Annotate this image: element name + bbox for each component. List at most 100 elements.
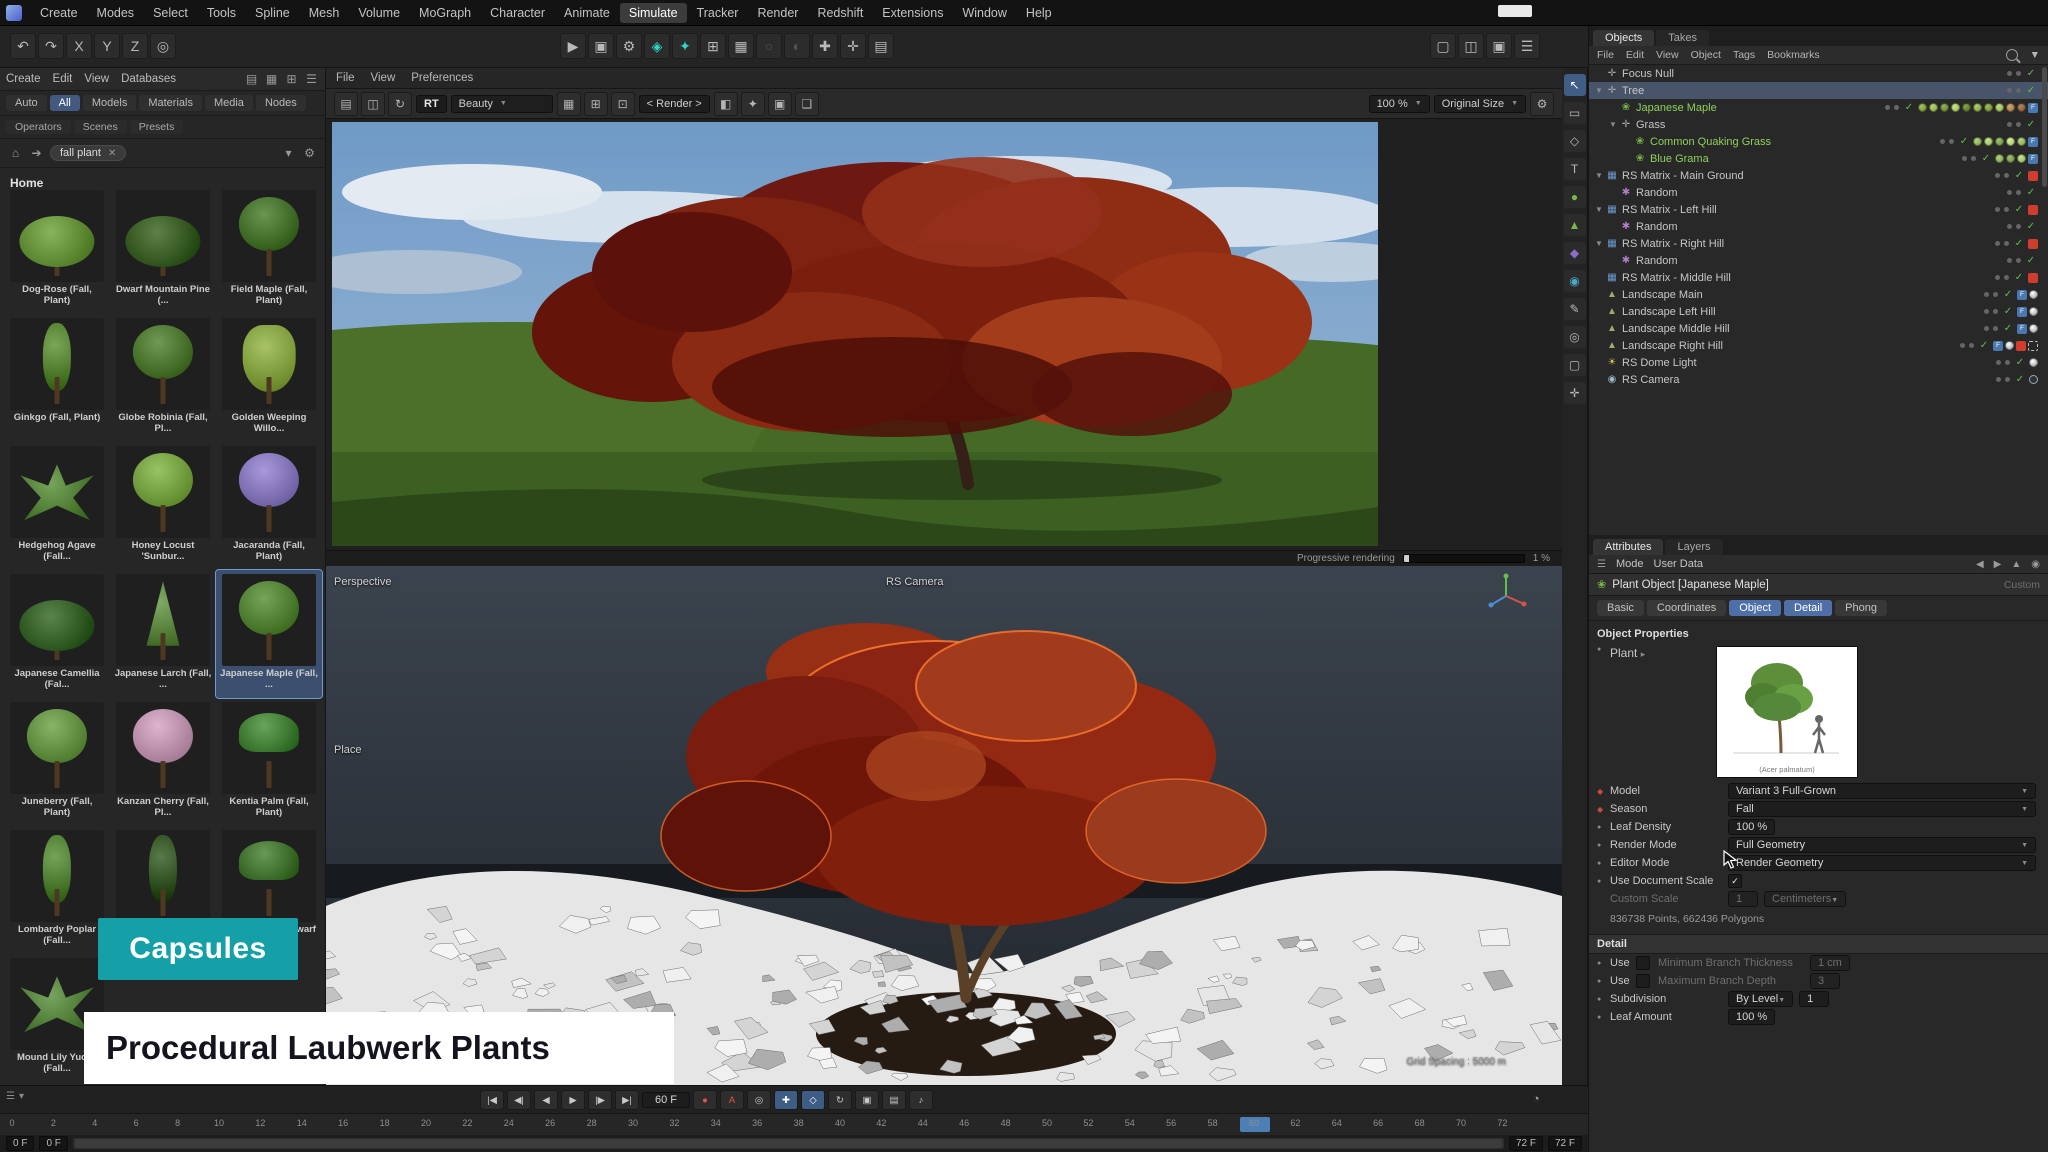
asset-japanese-camellia-fal[interactable]: Japanese Camellia (Fal...	[4, 570, 110, 698]
filter-tab-all[interactable]: All	[50, 95, 80, 111]
expand-icon[interactable]: ▼	[1593, 205, 1605, 214]
fullscreen-icon[interactable]: ❏	[795, 92, 819, 116]
filter-tab-media[interactable]: Media	[205, 95, 253, 111]
asset-menu-databases[interactable]: Databases	[121, 73, 176, 85]
layout-full-icon[interactable]: ▣	[1486, 33, 1512, 59]
objects-menu-object[interactable]: Object	[1691, 49, 1721, 61]
object-row-random-7[interactable]: ✱Random✓	[1589, 184, 2048, 201]
range-start-field[interactable]: 0 F	[39, 1136, 67, 1151]
panel-menu-icon[interactable]: ☰	[304, 72, 319, 86]
refresh-icon[interactable]: ↻	[388, 92, 412, 116]
phong-tag[interactable]: F	[2028, 154, 2038, 164]
material-tag[interactable]	[1984, 103, 1993, 112]
rectangle-selection-tool[interactable]: ▭	[1564, 102, 1586, 124]
attr-tab-phong[interactable]: Phong	[1835, 600, 1887, 616]
render-settings-button[interactable]: ⚙	[616, 33, 642, 59]
selected-tag-outline[interactable]	[2028, 341, 2038, 351]
material-tag[interactable]	[1951, 103, 1960, 112]
generator-tool[interactable]: ▲	[1564, 214, 1586, 236]
search-chip[interactable]: fall plant ✕	[50, 145, 126, 161]
render-visibility-dot[interactable]	[1993, 309, 1998, 314]
leaf-density-field[interactable]: 100 %	[1728, 819, 1775, 835]
sort-icon[interactable]: ▾	[281, 146, 296, 160]
menu-help[interactable]: Help	[1017, 3, 1061, 23]
material-tag[interactable]	[2017, 154, 2026, 163]
menu-redshift[interactable]: Redshift	[808, 3, 872, 23]
asset-jacaranda-fall-plant[interactable]: Jacaranda (Fall, Plant)	[216, 442, 322, 570]
menu-modes[interactable]: Modes	[88, 3, 144, 23]
view-modes-icon[interactable]: ▤	[868, 33, 894, 59]
editor-visibility-dot[interactable]	[1996, 377, 2001, 382]
expand-icon[interactable]: ▼	[1593, 171, 1605, 180]
editor-visibility-dot[interactable]	[2007, 224, 2012, 229]
objects-menu-edit[interactable]: Edit	[1626, 49, 1644, 61]
mode-dropdown[interactable]: Mode	[1616, 558, 1644, 570]
snap-icon[interactable]: ⊞	[584, 92, 608, 116]
enabled-check-icon[interactable]: ✓	[1959, 136, 1969, 147]
use-document-scale-checkbox[interactable]: ✓	[1728, 874, 1742, 888]
asset-japanese-maple-fall[interactable]: Japanese Maple (Fall, ...	[216, 570, 322, 698]
object-row-japanese-maple-2[interactable]: ❀Japanese Maple✓F	[1589, 99, 2048, 116]
renderer-badge[interactable]: RT	[416, 95, 447, 113]
menu-mograph[interactable]: MoGraph	[410, 3, 480, 23]
menu-tools[interactable]: Tools	[198, 3, 245, 23]
clear-search-icon[interactable]: ✕	[108, 148, 116, 159]
enabled-check-icon[interactable]: ✓	[2014, 238, 2024, 249]
editor-visibility-dot[interactable]	[2007, 88, 2012, 93]
redshift-object-tag[interactable]	[2028, 205, 2038, 215]
modeling-tool[interactable]: ◇	[1564, 130, 1586, 152]
asset-menu-edit[interactable]: Edit	[53, 73, 73, 85]
material-tag[interactable]	[1995, 103, 2004, 112]
editor-visibility-dot[interactable]	[1984, 292, 1989, 297]
object-row-rs-matrix-left-hill-8[interactable]: ▼▦RS Matrix - Left Hill✓	[1589, 201, 2048, 218]
tab-objects[interactable]: Objects	[1593, 30, 1654, 46]
subtab-presets[interactable]: Presets	[130, 120, 184, 134]
render-nav-box[interactable]: < Render >	[639, 95, 710, 113]
material-tag[interactable]	[1973, 137, 1982, 146]
render-visibility-dot[interactable]	[2016, 224, 2021, 229]
menu-render[interactable]: Render	[748, 3, 807, 23]
render-visibility-dot[interactable]	[2016, 190, 2021, 195]
enabled-check-icon[interactable]: ✓	[2026, 68, 2036, 79]
object-row-landscape-main-13[interactable]: ▲Landscape Main✓F	[1589, 286, 2048, 303]
attr-tab-detail[interactable]: Detail	[1784, 600, 1832, 616]
editor-visibility-dot[interactable]	[1962, 156, 1967, 161]
object-row-rs-matrix-middle-hill-12[interactable]: ▦RS Matrix - Middle Hill✓	[1589, 269, 2048, 286]
asset-ginkgo-fall-plant[interactable]: Ginkgo (Fall, Plant)	[4, 314, 110, 442]
material-ball-tag[interactable]	[2029, 358, 2038, 367]
objects-scrollbar[interactable]	[2042, 67, 2047, 187]
timeline-clock-icon[interactable]: ◔	[1532, 1091, 1540, 1106]
asset-menu-create[interactable]: Create	[6, 73, 41, 85]
object-row-tree-1[interactable]: ▼✛Tree✓	[1589, 82, 2048, 99]
next-frame-button[interactable]: |▶	[588, 1090, 612, 1110]
editor-visibility-dot[interactable]	[1995, 275, 2000, 280]
menu-tracker[interactable]: Tracker	[688, 3, 748, 23]
channels-icon[interactable]: ▣	[768, 92, 792, 116]
goto-start-button[interactable]: |◀	[480, 1090, 504, 1110]
expand-icon[interactable]: ▼	[1607, 120, 1619, 129]
editor-visibility-dot[interactable]	[1940, 139, 1945, 144]
render-visibility-dot[interactable]	[2004, 275, 2009, 280]
render-visibility-dot[interactable]	[2004, 207, 2009, 212]
filter-tab-models[interactable]: Models	[83, 95, 136, 111]
layout-split-icon[interactable]: ◫	[1458, 33, 1484, 59]
editor-visibility-dot[interactable]	[1960, 343, 1965, 348]
object-row-grass-3[interactable]: ▼✛Grass✓	[1589, 116, 2048, 133]
field-tool[interactable]: ◉	[1564, 270, 1586, 292]
editor-visibility-dot[interactable]	[1996, 360, 2001, 365]
render-settings-icon[interactable]: ⚙	[1530, 92, 1554, 116]
object-row-landscape-left-hill-14[interactable]: ▲Landscape Left Hill✓F	[1589, 303, 2048, 320]
content-browser-icon[interactable]: ☰	[1514, 33, 1540, 59]
goto-end-button[interactable]: ▶|	[615, 1090, 639, 1110]
timeline-mode-icon[interactable]: ☰	[6, 1091, 15, 1102]
enabled-check-icon[interactable]: ✓	[2014, 170, 2024, 181]
camera-tag[interactable]	[2029, 375, 2038, 384]
interactive-render-button[interactable]: ◈	[644, 33, 670, 59]
subdivision-dropdown[interactable]: By Level▼	[1728, 991, 1793, 1007]
objects-menu-tags[interactable]: Tags	[1733, 49, 1755, 61]
object-row-blue-grama-5[interactable]: ❀Blue Grama✓F	[1589, 150, 2048, 167]
forward-icon[interactable]: ➔	[29, 146, 44, 160]
enabled-check-icon[interactable]: ✓	[1904, 102, 1914, 113]
y-axis-lock[interactable]: Y	[94, 33, 120, 59]
material-tag[interactable]	[2006, 137, 2015, 146]
